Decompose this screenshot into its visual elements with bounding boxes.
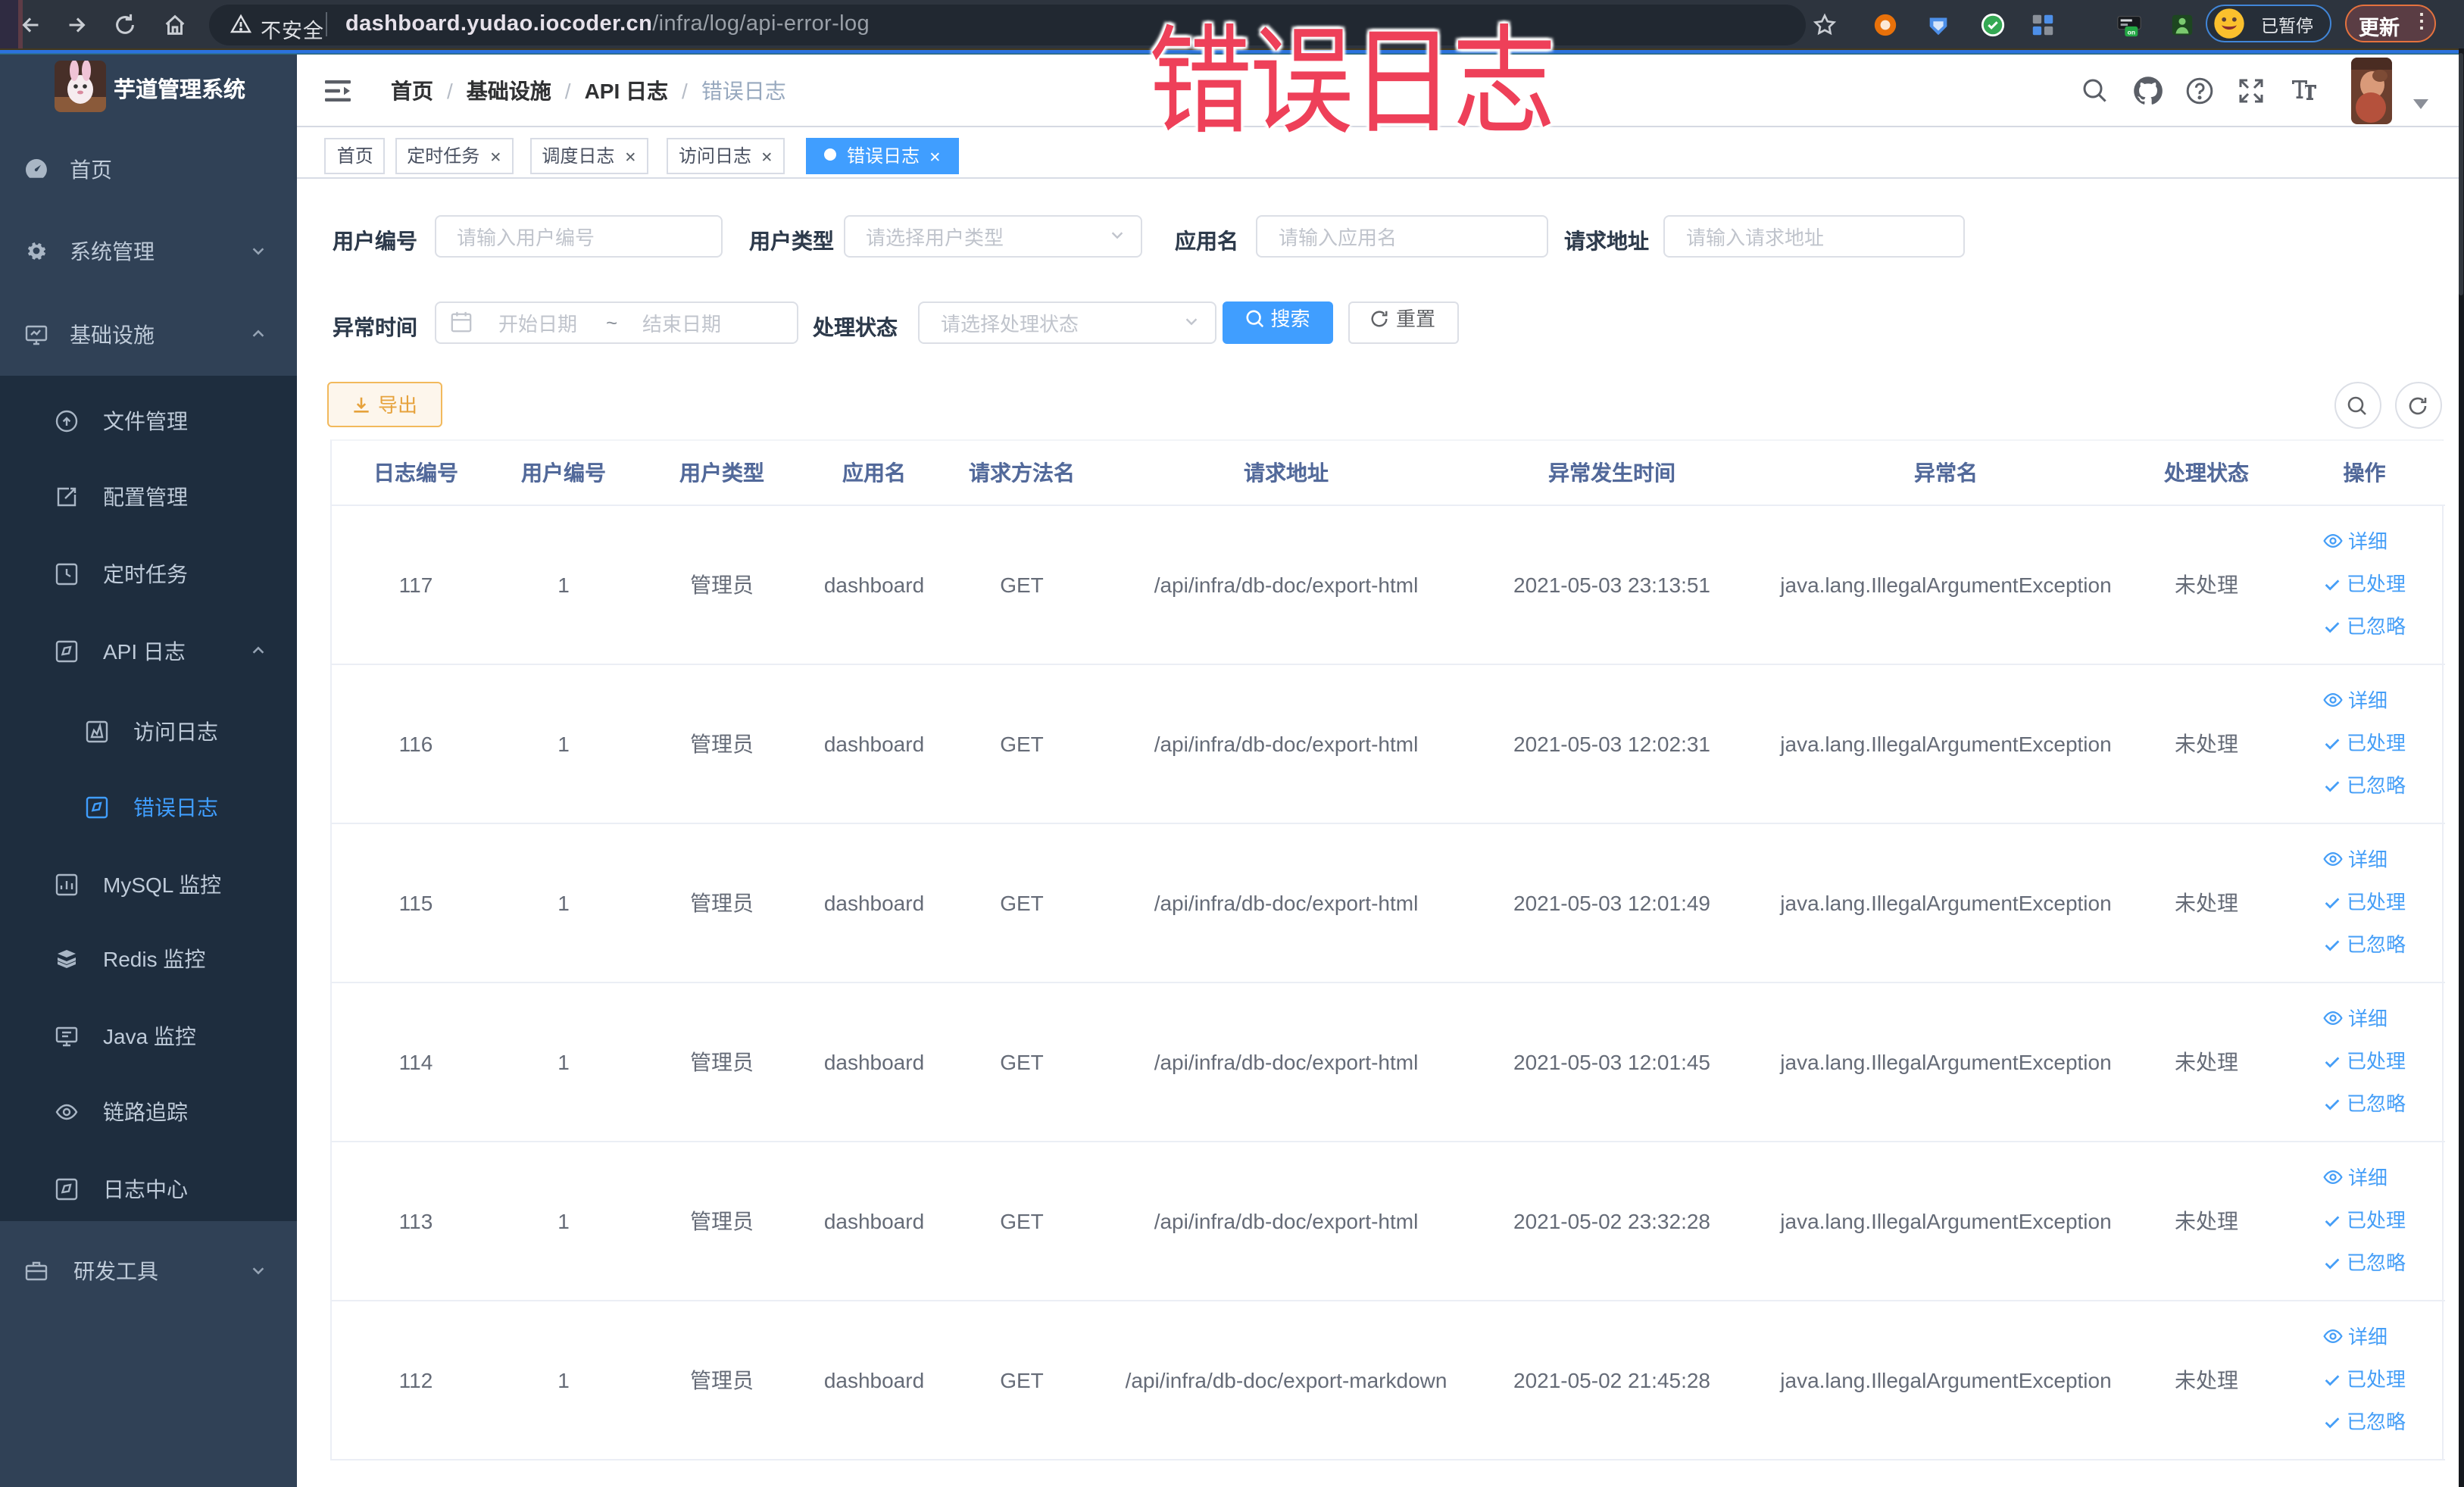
svg-text:on: on	[2128, 27, 2135, 35]
